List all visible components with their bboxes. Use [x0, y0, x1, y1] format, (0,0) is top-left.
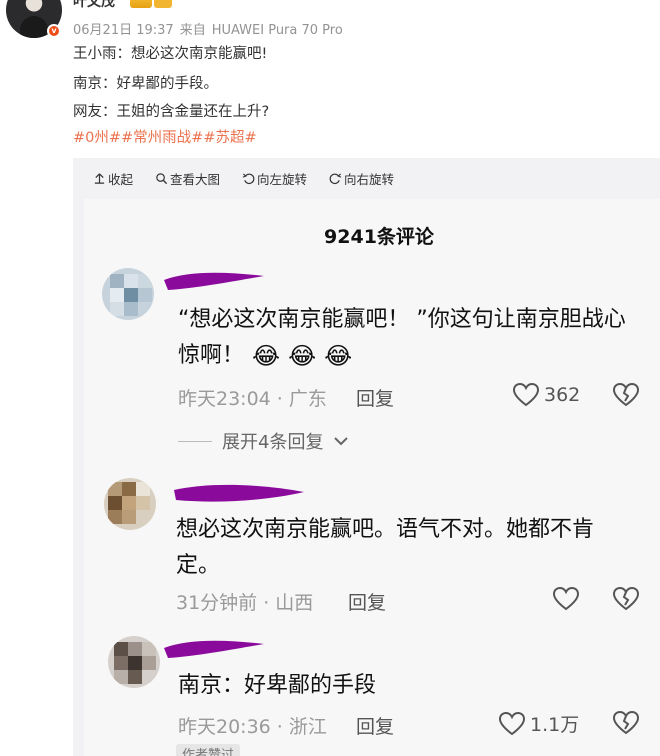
source-prefix: 来自	[179, 23, 206, 38]
dislike-broken-heart-icon[interactable]	[612, 382, 640, 408]
level-badge-icon	[130, 0, 152, 8]
comment-1-text-line-2: 惊啊！ 😂 😂 😂	[178, 338, 352, 374]
comment-3-like-button[interactable]: 1.1万	[498, 710, 579, 737]
pixelated-avatar-icon	[102, 268, 154, 320]
comment-3-like-count: 1.1万	[530, 714, 580, 736]
comment-3-meta: 昨天20:36 · 浙江	[178, 716, 327, 738]
dislike-broken-heart-icon[interactable]	[612, 710, 640, 736]
view-large-button[interactable]: 查看大图	[155, 169, 220, 188]
rotate-right-label: 向右旋转	[344, 172, 395, 187]
laugh-cry-emoji-icon: 😂	[324, 342, 353, 370]
comment-2-text-line-1: 想必这次南京能赢吧。语气不对。她都不肯	[176, 517, 595, 542]
comment-1-text-line-2-text: 惊啊！	[178, 343, 245, 368]
expand-replies-label: 展开4条回复	[222, 432, 324, 453]
heart-icon[interactable]	[552, 586, 580, 612]
heart-icon	[498, 711, 526, 735]
comment-2-meta: 31分钟前 · 山西	[176, 592, 314, 614]
member-badge-icon	[154, 0, 172, 8]
comment-1-avatar	[102, 268, 154, 320]
rotate-right-button[interactable]: 向右旋转	[329, 169, 394, 188]
rotate-left-label: 向左旋转	[257, 172, 308, 187]
divider-dash	[178, 440, 212, 442]
redacted-username-scribble	[164, 272, 264, 290]
post-line-2: 南京：好卑鄙的手段。	[73, 76, 218, 92]
chevron-down-icon	[334, 437, 349, 446]
image-toolbar: 收起 查看大图 向左旋转 向右旋转	[93, 169, 394, 188]
comment-3-avatar	[108, 636, 160, 688]
author-name[interactable]: 叶文茂	[73, 0, 115, 11]
rotate-right-icon	[329, 173, 342, 185]
pixelated-avatar-icon	[104, 478, 156, 530]
magnifier-icon	[156, 173, 168, 185]
comment-2-text-line-2: 定。	[176, 553, 221, 578]
redacted-username-scribble	[174, 484, 304, 502]
heart-icon	[512, 382, 540, 407]
comment-3-text-line-1: 南京：好卑鄙的手段	[178, 673, 377, 698]
author-liked-tag: 作者赞过	[176, 744, 241, 756]
post-line-3: 网友：王姐的含金量还在上升?	[73, 104, 270, 120]
post-hashtags[interactable]: #0州##常州雨战##苏超#	[73, 126, 257, 147]
dislike-broken-heart-icon[interactable]	[612, 586, 640, 612]
laugh-cry-emoji-icon: 😂	[288, 342, 317, 370]
post-source: HUAWEI Pura 70 Pro	[211, 23, 343, 38]
comment-1-like-button[interactable]: 362	[512, 382, 580, 408]
collapse-icon	[94, 173, 105, 184]
pixelated-avatar-icon	[108, 636, 160, 688]
comment-1-reply-button[interactable]: 回复	[356, 384, 394, 411]
verified-v-icon: v	[47, 24, 61, 38]
comment-1-text-line-1: “想必这次南京能赢吧！ ”你这句让南京胆战心	[178, 307, 626, 332]
post-date[interactable]: 06月21日 19:37	[73, 23, 174, 38]
laugh-cry-emoji-icon: 😂	[252, 342, 281, 370]
rotate-left-icon	[242, 173, 255, 185]
expand-replies-button[interactable]: 展开4条回复	[178, 428, 349, 454]
view-large-label: 查看大图	[170, 172, 221, 187]
comments-count-title: 9241条评论	[324, 226, 434, 248]
collapse-label: 收起	[108, 172, 134, 187]
post-line-1: 王小雨：想必这次南京能赢吧!	[73, 46, 268, 62]
comment-2-reply-button[interactable]: 回复	[348, 588, 386, 615]
rotate-left-button[interactable]: 向左旋转	[242, 169, 307, 188]
collapse-button[interactable]: 收起	[93, 169, 133, 188]
comment-2-avatar	[104, 478, 156, 530]
comment-3-reply-button[interactable]: 回复	[356, 712, 394, 739]
comment-1-like-count: 362	[544, 384, 581, 406]
redacted-username-scribble	[164, 640, 264, 658]
comment-1-meta: 昨天23:04 · 广东	[178, 388, 327, 410]
post-meta: 06月21日 19:37 来自 HUAWEI Pura 70 Pro	[73, 19, 349, 38]
